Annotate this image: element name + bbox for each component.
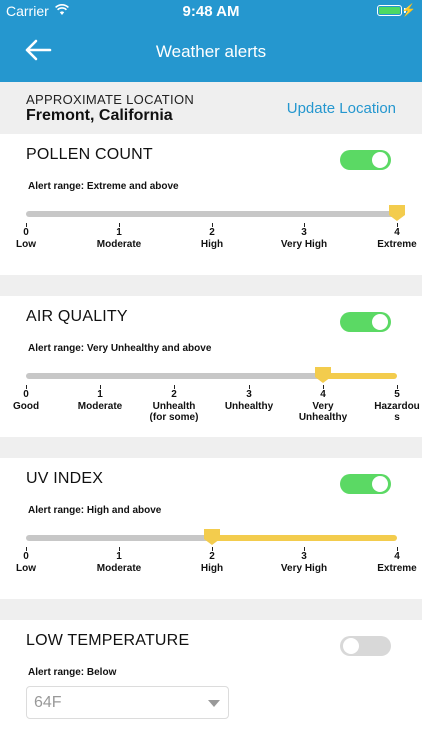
pollen-card: POLLEN COUNT Alert range: Extreme and ab…: [0, 134, 422, 275]
uv-track-active: [212, 535, 397, 541]
pollen-slider[interactable]: 0 Low 1 Moderate 2 High 3 Very High 4 Extreme: [16, 205, 417, 250]
air-track-inactive: [26, 373, 323, 379]
air-tick-number-5: 5: [394, 389, 400, 400]
uv-tick-number-0: 0: [23, 551, 29, 562]
air-tick-number-1: 1: [97, 389, 103, 400]
air-tick-label-2: Unhealth (for some): [149, 401, 199, 423]
air-tick-label-0: Good: [12, 401, 40, 412]
location-city: Fremont, California: [26, 107, 173, 124]
uv-tick-label-1: Moderate: [96, 563, 142, 574]
pollen-tick-number-0: 0: [23, 227, 29, 238]
air-quality-alert-range: Alert range: Very Unhealthy and above: [28, 343, 212, 354]
air-tick-label-4: Very Unhealthy: [298, 401, 348, 423]
air-tick-number-2: 2: [171, 389, 177, 400]
uv-tick-label-0: Low: [16, 563, 36, 574]
pollen-tick-number-3: 3: [301, 227, 307, 238]
uv-tick-number-4: 4: [394, 551, 400, 562]
air-quality-slider[interactable]: 0 Good 1 Moderate 2 Unhealth (for some) 3 Unhea…: [13, 367, 420, 423]
air-quality-title: AIR QUALITY: [26, 308, 128, 325]
pollen-toggle[interactable]: [340, 150, 391, 170]
location-panel: APPROXIMATE LOCATION Fremont, California…: [0, 82, 422, 134]
uv-track-inactive: [26, 535, 212, 541]
update-location-button[interactable]: Update Location: [287, 100, 396, 117]
uv-tick-number-3: 3: [301, 551, 307, 562]
pollen-alert-range: Alert range: Extreme and above: [28, 181, 179, 192]
uv-index-alert-range: Alert range: High and above: [28, 505, 162, 516]
status-bar: Carrier 9:48 AM ⚡: [0, 0, 422, 22]
uv-index-title: UV INDEX: [26, 470, 104, 487]
air-tick-number-4: 4: [320, 389, 326, 400]
pollen-tick-label-3: Very High: [280, 239, 328, 250]
uv-tick-label-3: Very High: [280, 563, 328, 574]
page-title: Weather alerts: [155, 42, 267, 61]
chevron-down-icon: [208, 700, 220, 707]
pollen-tick-label-1: Moderate: [96, 239, 142, 250]
air-slider-thumb[interactable]: [314, 366, 332, 384]
pollen-title: POLLEN COUNT: [26, 146, 153, 163]
charging-icon: ⚡: [401, 3, 416, 17]
low-temperature-value: 64F: [34, 694, 62, 711]
air-tick-number-0: 0: [23, 389, 29, 400]
location-label: APPROXIMATE LOCATION: [26, 92, 195, 107]
low-temperature-alert-range: Alert range: Below: [28, 667, 117, 678]
pollen-track-inactive: [26, 211, 397, 217]
air-quality-toggle[interactable]: [340, 312, 391, 332]
air-tick-label-5: Hazardous: [374, 401, 420, 423]
pollen-slider-thumb[interactable]: [388, 204, 406, 222]
battery-icon: [377, 5, 402, 16]
pollen-tick-label-0: Low: [16, 239, 36, 250]
pollen-tick-label-2: High: [200, 239, 224, 250]
air-track-active: [323, 373, 397, 379]
air-tick-label-3: Unhealthy: [224, 401, 274, 412]
uv-tick-label-2: High: [200, 563, 224, 574]
low-temperature-select[interactable]: 64F: [26, 686, 229, 719]
nav-header: Carrier 9:48 AM ⚡ Weather alerts: [0, 0, 422, 82]
air-tick-number-3: 3: [246, 389, 252, 400]
pollen-tick-number-1: 1: [116, 227, 122, 238]
uv-index-slider[interactable]: 0 Low 1 Moderate 2 High 3 Very High 4 Extreme: [16, 529, 417, 574]
uv-tick-number-2: 2: [209, 551, 215, 562]
low-temperature-title: LOW TEMPERATURE: [26, 632, 190, 649]
low-temperature-toggle[interactable]: [340, 636, 391, 656]
uv-tick-label-4: Extreme: [377, 563, 417, 574]
air-tick-label-1: Moderate: [77, 401, 123, 412]
uv-slider-thumb[interactable]: [203, 528, 221, 546]
pollen-tick-label-4: Extreme: [377, 239, 417, 250]
pollen-tick-number-4: 4: [394, 227, 400, 238]
uv-index-card: UV INDEX Alert range: High and above 0 Lo…: [0, 458, 422, 599]
uv-tick-number-1: 1: [116, 551, 122, 562]
air-quality-card: AIR QUALITY Alert range: Very Unhealthy …: [0, 296, 422, 437]
pollen-tick-number-2: 2: [209, 227, 215, 238]
uv-index-toggle[interactable]: [340, 474, 391, 494]
low-temperature-card: LOW TEMPERATURE Alert range: Below 64F: [0, 620, 422, 750]
clock: 9:48 AM: [182, 3, 240, 20]
